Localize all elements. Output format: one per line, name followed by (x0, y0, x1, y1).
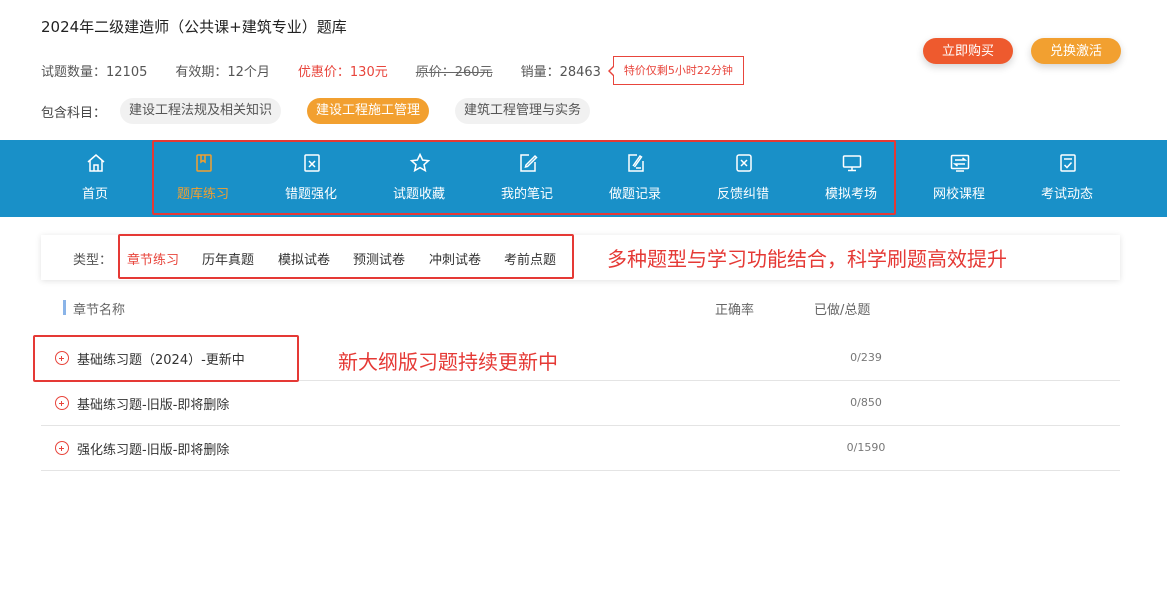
sale-price: 优惠价：130元 (297, 64, 388, 80)
main-nav: 首页 题库练习 错题强化 试题收藏 我的笔记 做题记录 反馈纠错 模拟考场 网校… (0, 140, 1167, 217)
product-meta: 试题数量：12105 有效期：12个月 优惠价：130元 原价：260元 销量：… (41, 55, 744, 85)
type-tab-predicted-papers[interactable]: 预测试卷 (353, 249, 405, 268)
table-row[interactable]: 基础练习题（2024）-更新中 0/239 (41, 336, 1120, 381)
column-header-marker (63, 300, 66, 315)
chapter-progress: 0/239 (850, 351, 882, 364)
note-edit-icon (517, 152, 539, 174)
nav-item-practice[interactable]: 题库练习 (149, 140, 257, 217)
type-tab-sprint-papers[interactable]: 冲刺试卷 (429, 249, 481, 268)
nav-item-home[interactable]: 首页 (41, 140, 149, 217)
subject-label: 包含科目： (41, 105, 107, 121)
news-check-icon (1057, 152, 1079, 174)
type-tab-pre-exam-tips[interactable]: 考前点题 (504, 249, 556, 268)
wrong-answer-icon (301, 152, 323, 174)
nav-label: 反馈纠错 (716, 187, 769, 202)
buy-now-button[interactable]: 立即购买 (923, 38, 1013, 64)
column-header-accuracy: 正确率 (715, 303, 755, 318)
nav-item-records[interactable]: 做题记录 (581, 140, 689, 217)
subject-tag-building-practice[interactable]: 建筑工程管理与实务 (455, 98, 591, 124)
feedback-icon (733, 152, 755, 174)
star-icon (409, 152, 431, 174)
table-row[interactable]: 基础练习题-旧版-即将删除 0/850 (41, 381, 1120, 426)
subject-tag-construction-management[interactable]: 建设工程施工管理 (307, 98, 430, 124)
nav-label: 网校课程 (932, 187, 985, 202)
page-title: 2024年二级建造师（公共课+建筑专业）题库 (41, 18, 347, 36)
course-icon (949, 152, 971, 174)
original-price: 原价：260元 (415, 64, 493, 80)
chapter-name[interactable]: 基础练习题（2024）-更新中 (77, 349, 245, 368)
type-tab-chapter[interactable]: 章节练习 (127, 249, 179, 268)
subject-tag-regulations[interactable]: 建设工程法规及相关知识 (120, 98, 282, 124)
nav-label: 试题收藏 (392, 187, 445, 202)
nav-label: 题库练习 (176, 187, 229, 202)
feature-annotation: 多种题型与学习功能结合，科学刷题高效提升 (607, 247, 1007, 271)
nav-label: 首页 (81, 187, 108, 202)
nav-label: 模拟考场 (824, 187, 877, 202)
nav-label: 做题记录 (608, 187, 661, 202)
nav-item-mock-exam[interactable]: 模拟考场 (797, 140, 905, 217)
column-header-name: 章节名称 (73, 303, 126, 318)
type-tab-mock-papers[interactable]: 模拟试卷 (278, 249, 330, 268)
chapter-progress: 0/850 (850, 396, 882, 409)
column-header-progress: 已做/总题 (814, 303, 871, 318)
type-label: 类型： (73, 253, 113, 268)
nav-item-wrong-questions[interactable]: 错题强化 (257, 140, 365, 217)
validity-period: 有效期：12个月 (175, 64, 270, 80)
nav-item-feedback[interactable]: 反馈纠错 (689, 140, 797, 217)
chapter-progress: 0/1590 (846, 441, 886, 454)
nav-label: 我的笔记 (500, 187, 553, 202)
home-icon (85, 152, 107, 174)
book-icon (193, 152, 215, 174)
nav-label: 错题强化 (284, 187, 337, 202)
chapter-name[interactable]: 强化练习题-旧版-即将删除 (77, 439, 229, 458)
countdown-badge: 特价仅剩5小时22分钟 (607, 55, 744, 85)
sales-count: 销量：28463 (520, 64, 601, 80)
nav-item-notes[interactable]: 我的笔记 (473, 140, 581, 217)
expand-plus-icon[interactable] (55, 441, 69, 455)
expand-plus-icon[interactable] (55, 396, 69, 410)
nav-item-courses[interactable]: 网校课程 (905, 140, 1013, 217)
table-row[interactable]: 强化练习题-旧版-即将删除 0/1590 (41, 426, 1120, 471)
nav-item-exam-news[interactable]: 考试动态 (1013, 140, 1121, 217)
nav-label: 考试动态 (1040, 187, 1093, 202)
question-count: 试题数量：12105 (41, 64, 148, 80)
update-annotation: 新大纲版习题持续更新中 (338, 350, 558, 374)
expand-plus-icon[interactable] (55, 351, 69, 365)
subject-list: 包含科目： 建设工程法规及相关知识 建设工程施工管理 建筑工程管理与实务 (41, 98, 616, 124)
redeem-button[interactable]: 兑换激活 (1031, 38, 1121, 64)
type-tab-past-exams[interactable]: 历年真题 (202, 249, 254, 268)
chapter-name[interactable]: 基础练习题-旧版-即将删除 (77, 394, 229, 413)
record-icon (625, 152, 647, 174)
monitor-icon (841, 152, 863, 174)
nav-item-favorites[interactable]: 试题收藏 (365, 140, 473, 217)
